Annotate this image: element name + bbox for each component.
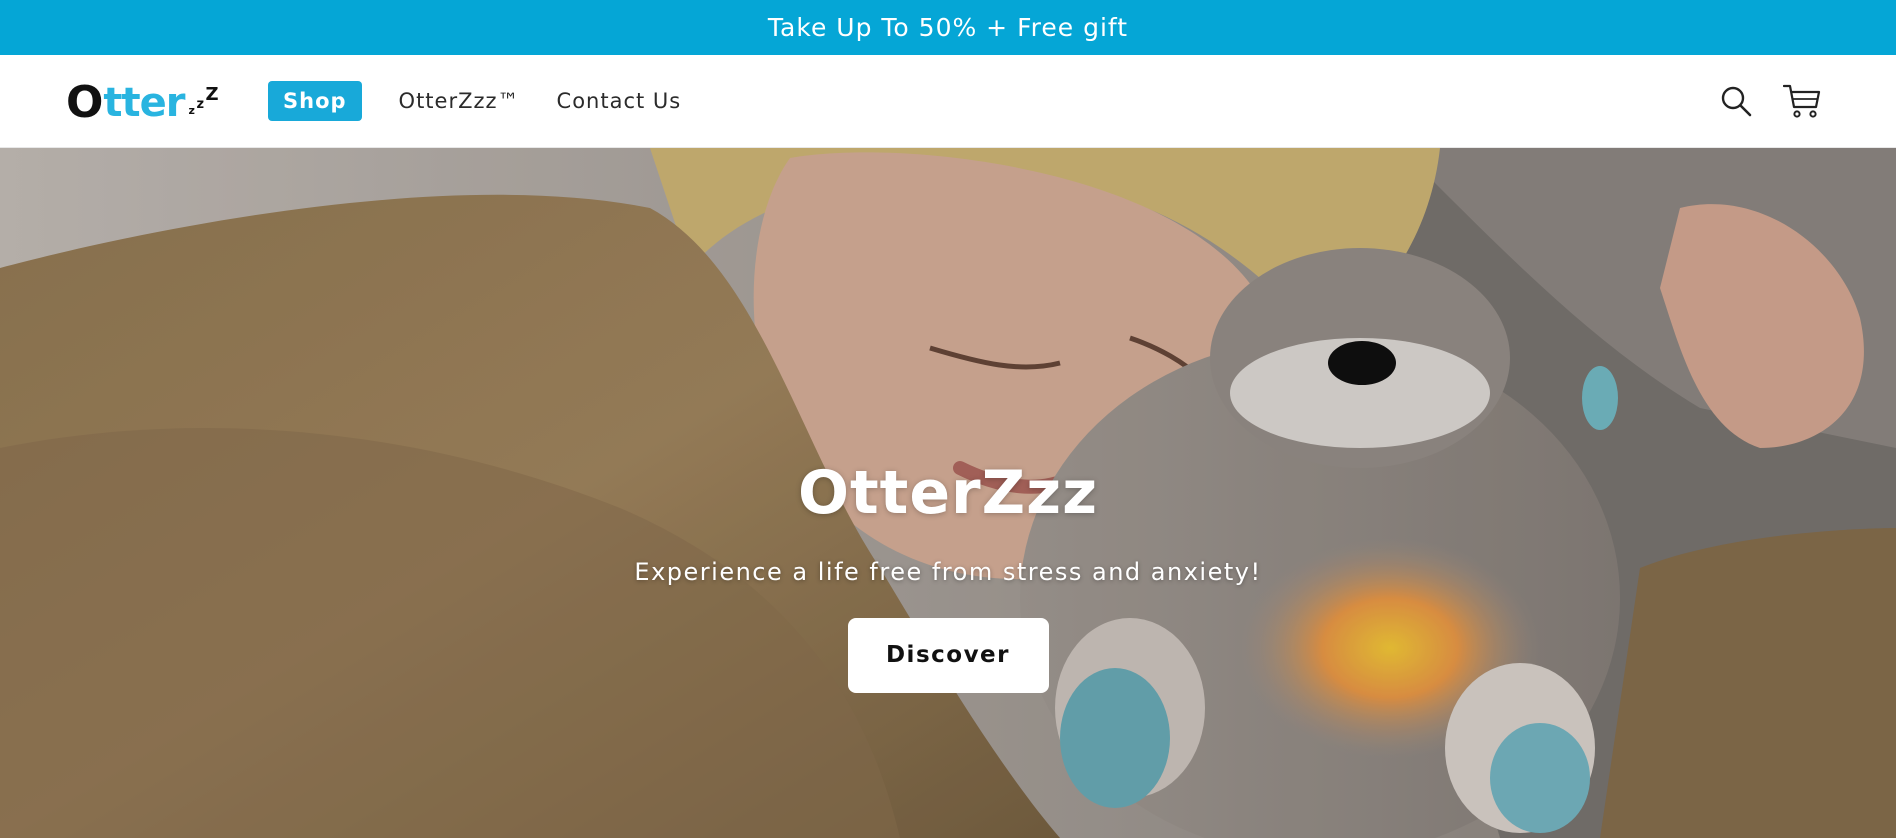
nav-item-otterzzz[interactable]: OtterZzz™ bbox=[399, 81, 520, 121]
hero-subtitle: Experience a life free from stress and a… bbox=[634, 558, 1262, 586]
nav-item-shop[interactable]: Shop bbox=[268, 81, 362, 121]
hero-banner: OtterZzz Experience a life free from str… bbox=[0, 148, 1896, 838]
announcement-text: Take Up To 50% + Free gift bbox=[767, 13, 1129, 42]
site-logo[interactable]: O tter z z Z bbox=[66, 77, 219, 128]
logo-z-medium: z bbox=[196, 97, 205, 112]
cart-button[interactable] bbox=[1780, 79, 1824, 123]
hero-title: OtterZzz bbox=[797, 458, 1098, 528]
announcement-bar: Take Up To 50% + Free gift bbox=[0, 0, 1896, 55]
logo-z-large: Z bbox=[205, 84, 219, 105]
logo-z-small: z bbox=[188, 104, 195, 117]
hero-content: OtterZzz Experience a life free from str… bbox=[0, 458, 1896, 693]
cart-icon bbox=[1783, 84, 1821, 118]
logo-zzz: z z Z bbox=[189, 81, 219, 125]
logo-letter-o: O bbox=[66, 77, 104, 128]
search-button[interactable] bbox=[1714, 79, 1758, 123]
main-nav: Shop OtterZzz™ Contact Us bbox=[268, 81, 718, 121]
discover-button[interactable]: Discover bbox=[847, 618, 1049, 693]
logo-text: tter bbox=[103, 80, 185, 126]
nav-item-contact[interactable]: Contact Us bbox=[557, 81, 682, 121]
site-header: O tter z z Z Shop OtterZzz™ Contact Us bbox=[0, 55, 1896, 148]
search-icon bbox=[1721, 86, 1752, 117]
